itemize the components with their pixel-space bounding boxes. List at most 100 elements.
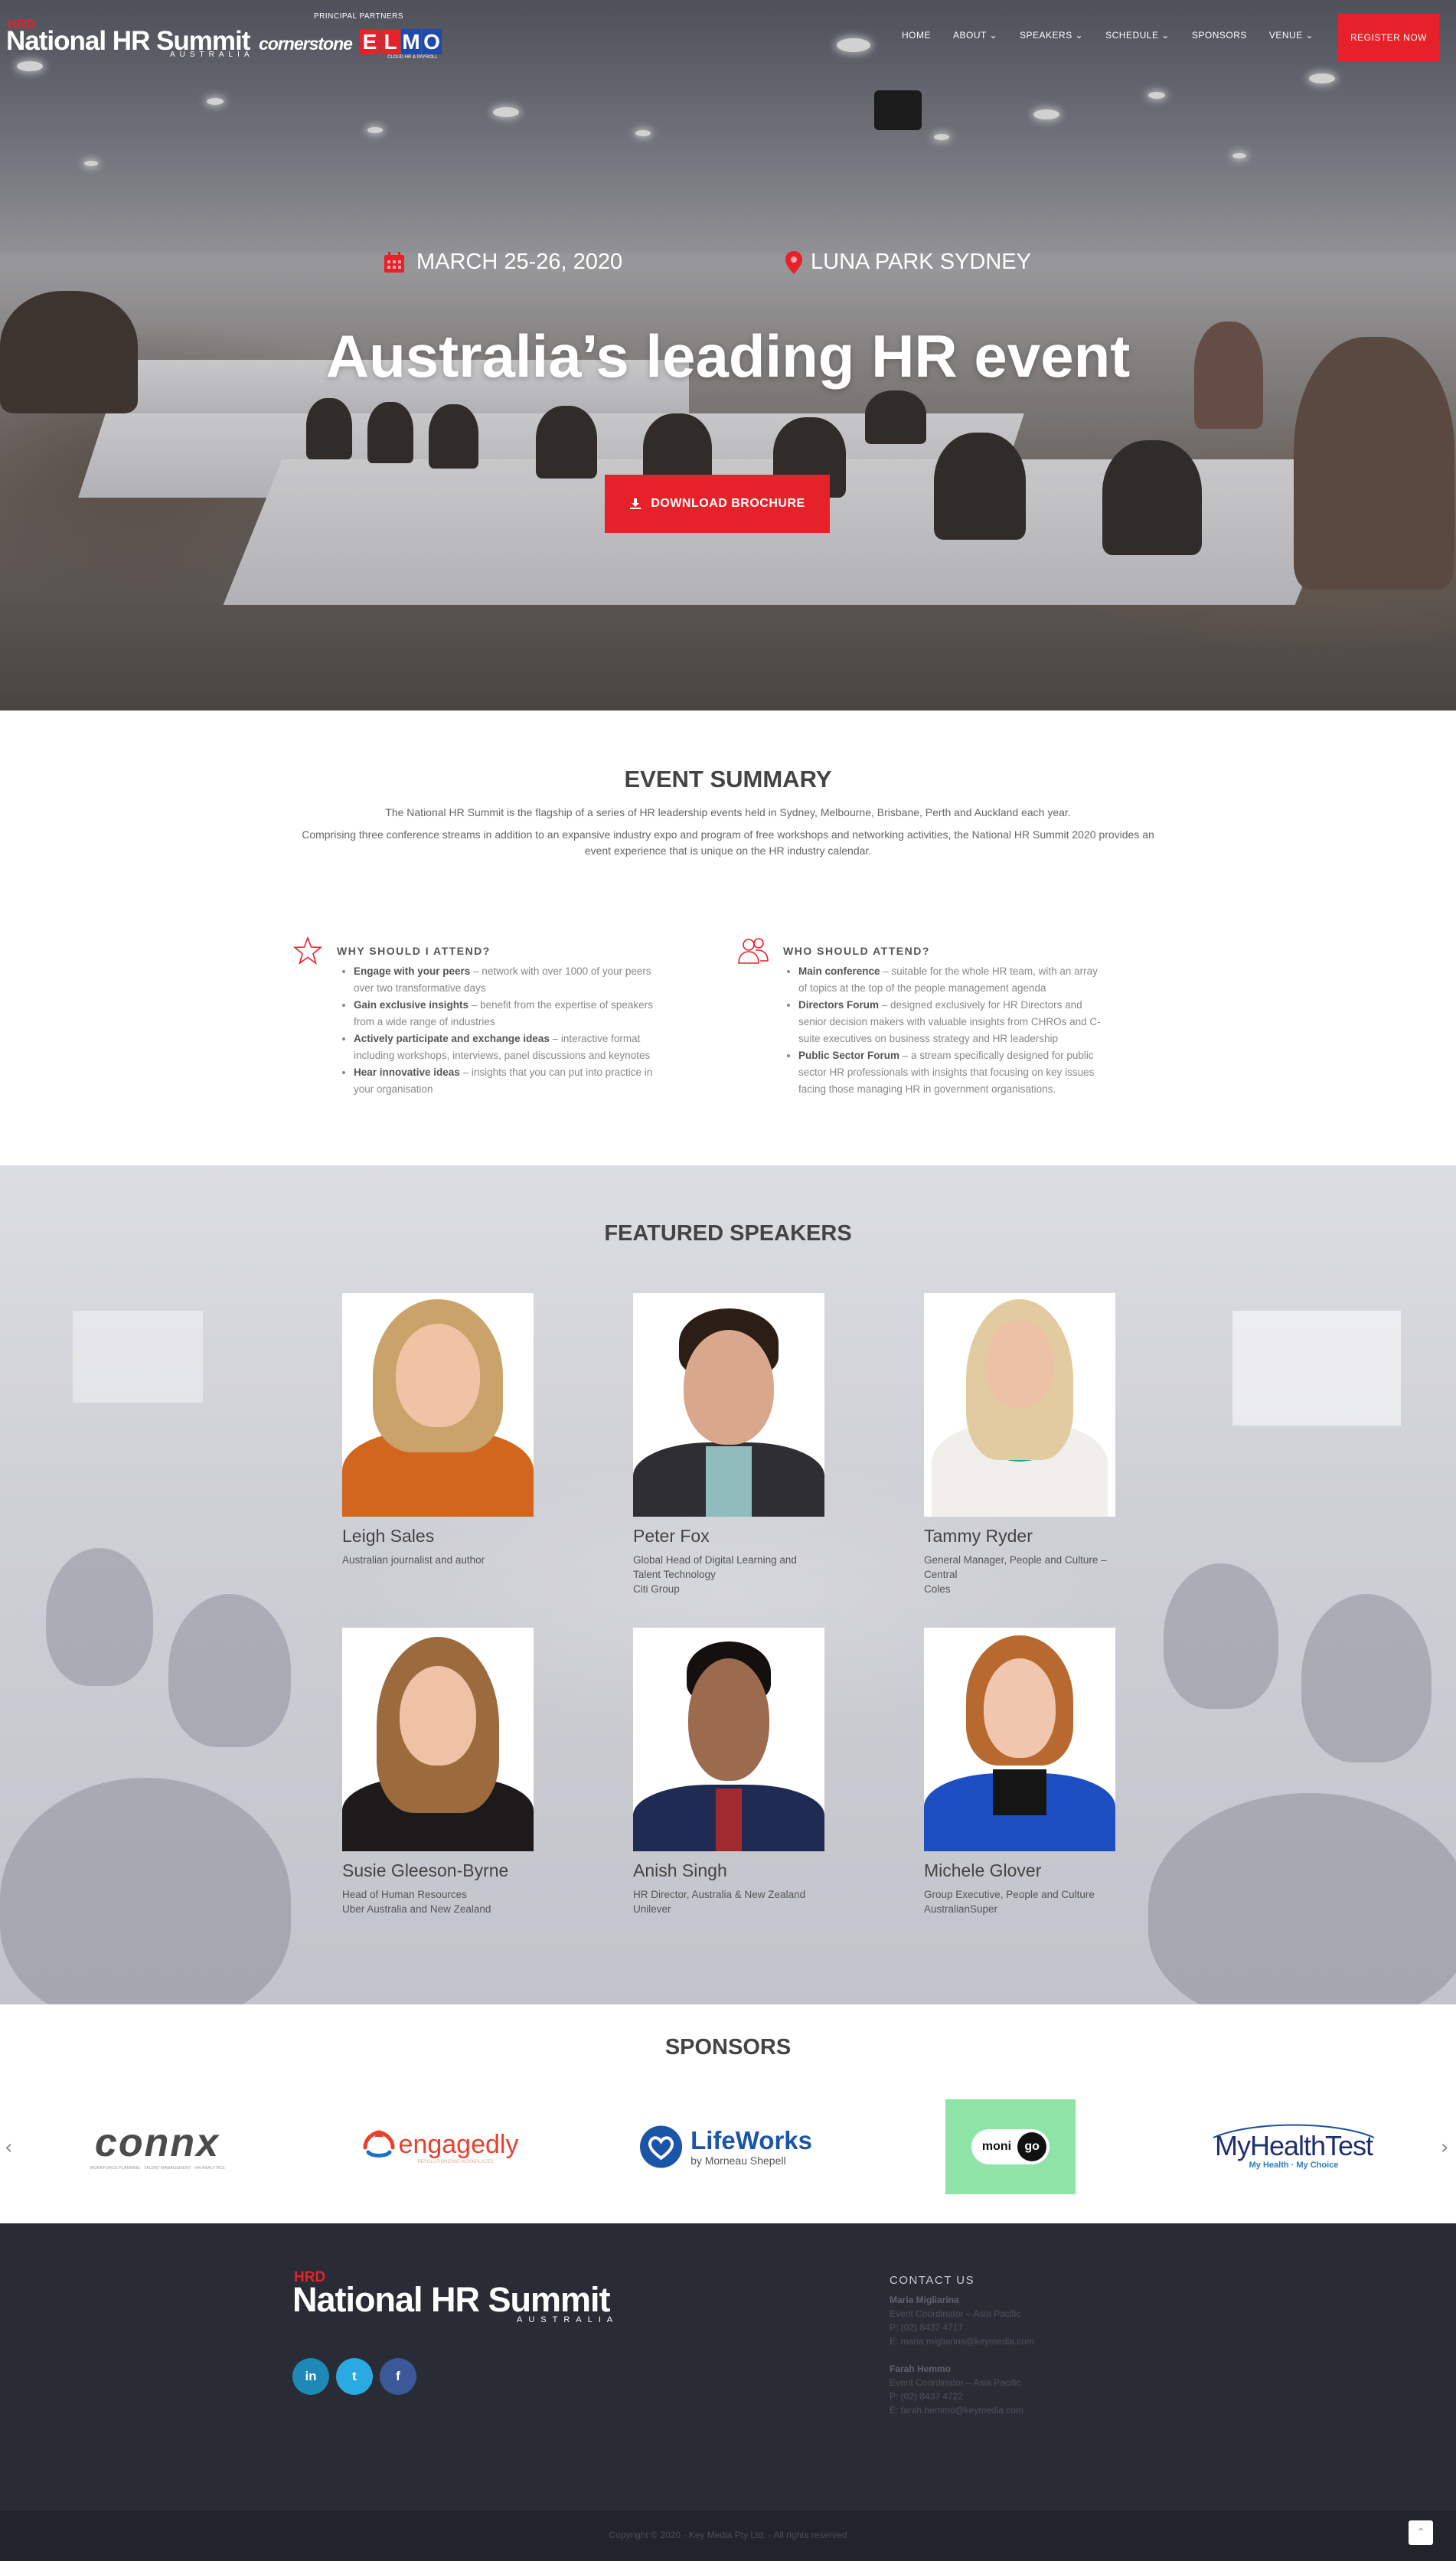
featured-speakers-section: FEATURED SPEAKERS Leigh Sales Australian…: [0, 1165, 1456, 2004]
cornerstone-logo[interactable]: cornerstone: [259, 34, 353, 54]
list-item: Engage with your peers – network with ov…: [354, 963, 656, 997]
speaker-card[interactable]: Leigh Sales Australian journalist and au…: [342, 1293, 572, 1567]
sponsor-logo-engagedly[interactable]: engagedly REVOLUTIONIZING WORKPLACES: [348, 2099, 532, 2194]
download-brochure-label: DOWNLOAD BROCHURE: [651, 497, 805, 510]
myhealthtest-tagline: My Health · My Choice: [1249, 2161, 1339, 2170]
contact-role: Event Coordinator – Asia Pacific: [890, 2308, 1021, 2319]
speaker-card[interactable]: Tammy Ryder General Manager, People and …: [924, 1293, 1154, 1596]
who-attend-column: WHO SHOULD ATTEND? Main conference – sui…: [737, 936, 1101, 1098]
register-now-button[interactable]: REGISTER NOW: [1338, 14, 1439, 61]
contact-us-block: CONTACT US Maria Migliarina Event Coordi…: [890, 2274, 1165, 2417]
sponsor-logo-connx[interactable]: connx WORKFORCE PLANNING · TALENT MANAGE…: [60, 2099, 255, 2194]
speaker-photo[interactable]: [342, 1628, 534, 1851]
map-pin-icon: [785, 250, 802, 274]
crowd-background: [1164, 1563, 1278, 1709]
engagedly-symbol-icon: [363, 2130, 395, 2158]
speaker-photo[interactable]: [924, 1293, 1115, 1517]
speaker-photo[interactable]: [633, 1628, 824, 1851]
who-attend-list: Main conference – suitable for the whole…: [798, 963, 1101, 1098]
why-attend-title: WHY SHOULD I ATTEND?: [337, 945, 491, 957]
speaker-name[interactable]: Leigh Sales: [342, 1526, 572, 1547]
nav-about[interactable]: ABOUT ⌄: [953, 30, 997, 41]
twitter-icon[interactable]: t: [336, 2358, 373, 2395]
speaker-photo[interactable]: [342, 1293, 534, 1517]
contact-phone[interactable]: P: (02) 8437 4717: [890, 2321, 1165, 2334]
event-date-text: MARCH 25-26, 2020: [416, 250, 623, 274]
elmo-letter: L: [380, 29, 400, 54]
contact-email[interactable]: E: farah.hemmo@keymedia.com: [890, 2403, 1165, 2417]
star-icon: [292, 936, 323, 965]
engagedly-tagline: REVOLUTIONIZING WORKPLACES: [417, 2160, 494, 2164]
crowd-background: [46, 1548, 153, 1686]
connx-tagline: WORKFORCE PLANNING · TALENT MANAGEMENT ·…: [90, 2166, 225, 2171]
why-attend-list: Engage with your peers – network with ov…: [354, 963, 656, 1098]
speaker-name[interactable]: Peter Fox: [633, 1526, 863, 1547]
people-icon: [738, 938, 769, 964]
linkedin-icon[interactable]: in: [292, 2358, 329, 2395]
list-item: Main conference – suitable for the whole…: [798, 963, 1101, 997]
hero-title: Australia’s leading HR event: [325, 322, 1131, 390]
list-item: Actively participate and exchange ideas …: [354, 1031, 656, 1064]
speaker-card[interactable]: Susie Gleeson-Byrne Head of Human Resour…: [342, 1628, 572, 1916]
nav-venue[interactable]: VENUE ⌄: [1269, 30, 1314, 41]
event-date: MARCH 25-26, 2020: [383, 250, 622, 275]
projection-screen: [73, 1311, 203, 1403]
contact-name: Maria Migliarina: [890, 2295, 959, 2305]
monigo-text-a: moni: [981, 2140, 1012, 2153]
speaker-role: Australian journalist and author: [342, 1554, 485, 1566]
logo-subtitle: AUSTRALIA: [170, 51, 254, 59]
nav-home[interactable]: HOME: [902, 30, 931, 41]
connx-wordmark: connx: [94, 2121, 220, 2165]
nav-sponsors[interactable]: SPONSORS: [1192, 30, 1247, 41]
nav-schedule[interactable]: SCHEDULE ⌄: [1105, 30, 1170, 41]
why-attend-column: WHY SHOULD I ATTEND? Engage with your pe…: [292, 936, 656, 1098]
speaker-photo[interactable]: [633, 1293, 824, 1517]
site-footer: HRD National HR Summit AUSTRALIA in t f …: [0, 2223, 1456, 2511]
sponsors-title: SPONSORS: [664, 2035, 792, 2060]
projection-screen: [1232, 1311, 1401, 1426]
event-location-text: LUNA PARK SYDNEY: [811, 250, 1031, 274]
list-item: Public Sector Forum – a stream specifica…: [798, 1047, 1101, 1098]
speaker-role: General Manager, People and Culture – Ce…: [924, 1554, 1107, 1595]
speaker-card[interactable]: Michele Glover Group Executive, People a…: [924, 1628, 1154, 1916]
summary-paragraph: Comprising three conference streams in a…: [302, 828, 1154, 857]
crowd-background: [168, 1594, 291, 1747]
back-to-top-button[interactable]: ⌃: [1409, 2520, 1433, 2545]
download-brochure-button[interactable]: DOWNLOAD BROCHURE: [605, 475, 830, 533]
speaker-photo[interactable]: [924, 1628, 1115, 1851]
event-summary-title: EVENT SUMMARY: [624, 766, 832, 792]
main-nav: HOME ABOUT ⌄ SPEAKERS ⌄ SCHEDULE ⌄ SPONS…: [902, 30, 1314, 41]
speaker-card[interactable]: Anish Singh HR Director, Australia & New…: [633, 1628, 863, 1916]
speaker-name[interactable]: Anish Singh: [633, 1860, 863, 1881]
sponsor-logo-myhealthtest[interactable]: MyHealthTest My Health · My Choice: [1202, 2099, 1386, 2194]
crowd-background: [1148, 1793, 1456, 2004]
list-item: Directors Forum – designed exclusively f…: [798, 997, 1101, 1047]
speaker-role: Group Executive, People and Culture Aust…: [924, 1889, 1095, 1915]
elmo-letter: O: [422, 29, 442, 54]
contact-email[interactable]: E: maria.migliarina@keymedia.com: [890, 2334, 1165, 2348]
speaker-name[interactable]: Michele Glover: [924, 1860, 1154, 1881]
sponsor-logo-lifeworks[interactable]: LifeWorks by Morneau Shepell: [639, 2099, 812, 2194]
contact-phone[interactable]: P: (02) 8437 4722: [890, 2390, 1165, 2403]
elmo-logo[interactable]: ELMO CLOUD HR & PAYROLL: [360, 29, 448, 60]
speaker-name[interactable]: Tammy Ryder: [924, 1526, 1154, 1547]
speaker-role: HR Director, Australia & New Zealand Uni…: [633, 1889, 806, 1915]
sponsors-next-arrow[interactable]: ›: [1441, 2136, 1448, 2159]
speaker-role: Head of Human Resources Uber Australia a…: [342, 1889, 491, 1915]
list-item: Hear innovative ideas – insights that yo…: [354, 1064, 656, 1098]
lifeworks-subtitle: by Morneau Shepell: [690, 2154, 786, 2167]
myhealthtest-wordmark: MyHealthTest: [1214, 2130, 1373, 2161]
contact-role: Event Coordinator – Asia Pacific: [890, 2377, 1021, 2388]
monigo-badge: moni go: [971, 2129, 1050, 2164]
facebook-icon[interactable]: f: [380, 2358, 416, 2395]
featured-speakers-title: FEATURED SPEAKERS: [604, 1221, 852, 1246]
sponsors-prev-arrow[interactable]: ‹: [5, 2136, 12, 2159]
footer-logo[interactable]: National HR Summit: [292, 2280, 611, 2320]
sponsor-logo-monigo[interactable]: moni go: [945, 2099, 1076, 2194]
contact-name: Farah Hemmo: [890, 2363, 952, 2374]
speaker-role: Global Head of Digital Learning and Tale…: [633, 1554, 797, 1595]
nav-speakers[interactable]: SPEAKERS ⌄: [1020, 30, 1083, 41]
speaker-card[interactable]: Peter Fox Global Head of Digital Learnin…: [633, 1293, 863, 1596]
speaker-name[interactable]: Susie Gleeson-Byrne: [342, 1860, 572, 1881]
list-item: Gain exclusive insights – benefit from t…: [354, 997, 656, 1031]
